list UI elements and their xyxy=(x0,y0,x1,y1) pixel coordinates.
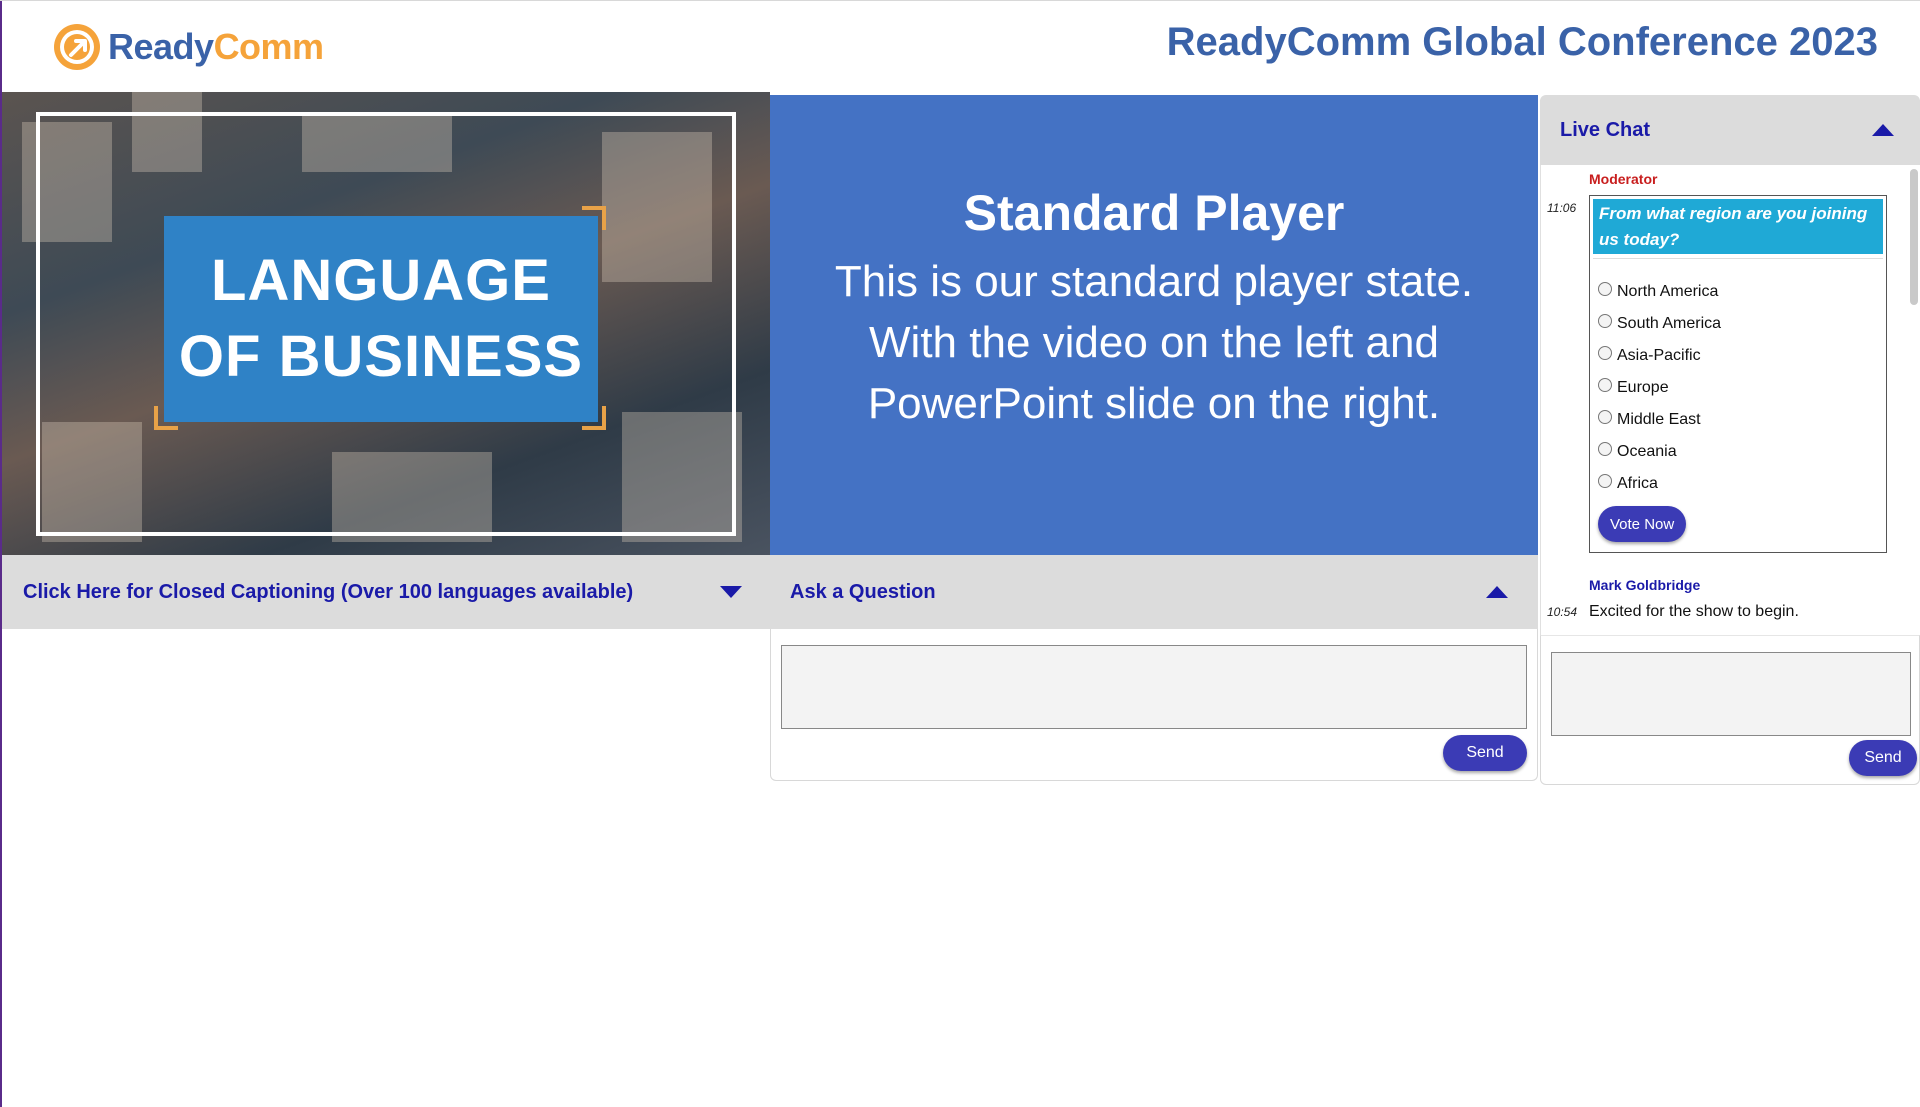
poll-option-label: Asia-Pacific xyxy=(1617,347,1701,364)
ask-question-header[interactable]: Ask a Question xyxy=(770,555,1538,629)
poll-option-label: Africa xyxy=(1617,475,1658,492)
triangle-down-icon[interactable] xyxy=(720,586,742,598)
top-divider xyxy=(0,0,1920,1)
live-chat-title: Live Chat xyxy=(1560,118,1651,141)
poll-option-south-america[interactable]: South America xyxy=(1598,308,1721,340)
conference-title: ReadyComm Global Conference 2023 xyxy=(1166,20,1878,64)
video-title-line2: OF BUSINESS xyxy=(178,324,584,389)
chat-scrollbar[interactable] xyxy=(1910,169,1918,305)
closed-captioning-toggle[interactable]: Click Here for Closed Captioning (Over 1… xyxy=(2,555,770,629)
slide-body-line1: This is our standard player state. xyxy=(834,257,1474,306)
poll-question: From what region are you joining us toda… xyxy=(1593,199,1883,254)
radio-button[interactable] xyxy=(1598,442,1612,456)
poll-option-north-america[interactable]: North America xyxy=(1598,276,1721,308)
poll-option-label: South America xyxy=(1617,315,1722,332)
ask-question-label: Ask a Question xyxy=(790,580,936,603)
slide-title: Standard Player xyxy=(963,185,1345,241)
poll-option-oceania[interactable]: Oceania xyxy=(1598,436,1721,468)
live-chat-panel: Live Chat Moderator 11:06 From what regi… xyxy=(1538,95,1920,787)
logo-wordmark: ReadyComm xyxy=(108,26,324,68)
message-author: Mark Goldbridge xyxy=(1589,577,1701,593)
live-chat-header[interactable]: Live Chat xyxy=(1540,95,1920,165)
readycomm-logo[interactable]: ReadyComm xyxy=(54,24,324,70)
video-player[interactable]: LANGUAGE OF BUSINESS xyxy=(2,92,770,556)
radio-button[interactable] xyxy=(1598,378,1612,392)
radio-button[interactable] xyxy=(1598,474,1612,488)
logo-text-ready: Ready xyxy=(108,26,214,67)
slide-body-line3: PowerPoint slide on the right. xyxy=(867,379,1441,428)
presentation-slide: Standard Player This is our standard pla… xyxy=(770,95,1538,555)
vote-now-button[interactable]: Vote Now xyxy=(1598,506,1687,542)
poll-option-label: Europe xyxy=(1617,379,1669,396)
poll-option-label: Oceania xyxy=(1617,443,1677,460)
region-poll: From what region are you joining us toda… xyxy=(1589,195,1887,553)
logo-text-comm: Comm xyxy=(213,26,325,67)
chat-send-button[interactable]: Send xyxy=(1849,740,1917,776)
chat-compose-panel: Send xyxy=(1540,635,1920,785)
video-title-line1: LANGUAGE xyxy=(211,248,551,313)
poll-option-europe[interactable]: Europe xyxy=(1598,372,1721,404)
ask-question-panel: Send xyxy=(770,629,1538,781)
message-timestamp: 10:54 xyxy=(1547,605,1578,619)
question-send-button[interactable]: Send xyxy=(1443,735,1527,771)
radio-button[interactable] xyxy=(1598,346,1612,360)
poll-option-africa[interactable]: Africa xyxy=(1598,468,1721,500)
message-text: Excited for the show to begin. xyxy=(1589,603,1799,620)
closed-captioning-label[interactable]: Click Here for Closed Captioning (Over 1… xyxy=(23,581,633,604)
poll-option-asia-pacific[interactable]: Asia-Pacific xyxy=(1598,340,1721,372)
moderator-timestamp: 11:06 xyxy=(1547,201,1577,215)
video-title-card: LANGUAGE OF BUSINESS xyxy=(164,216,598,422)
triangle-up-icon[interactable] xyxy=(1872,124,1894,136)
radio-button[interactable] xyxy=(1598,410,1612,424)
slide-body-line2: With the video on the left and xyxy=(869,318,1439,367)
slide-body: This is our standard player state. With … xyxy=(835,251,1473,434)
poll-divider xyxy=(1593,258,1883,259)
arrow-circle-icon xyxy=(54,24,100,70)
chat-message-list[interactable]: Moderator 11:06 From what region are you… xyxy=(1540,165,1920,635)
radio-button[interactable] xyxy=(1598,314,1612,328)
chat-input[interactable] xyxy=(1551,652,1911,736)
poll-option-middle-east[interactable]: Middle East xyxy=(1598,404,1721,436)
radio-button[interactable] xyxy=(1598,282,1612,296)
moderator-label: Moderator xyxy=(1589,171,1658,187)
triangle-up-icon[interactable] xyxy=(1486,586,1508,598)
question-input[interactable] xyxy=(781,645,1527,729)
poll-options: North America South America Asia-Pacific… xyxy=(1598,276,1721,500)
poll-option-label: Middle East xyxy=(1617,411,1701,428)
poll-option-label: North America xyxy=(1617,283,1719,300)
